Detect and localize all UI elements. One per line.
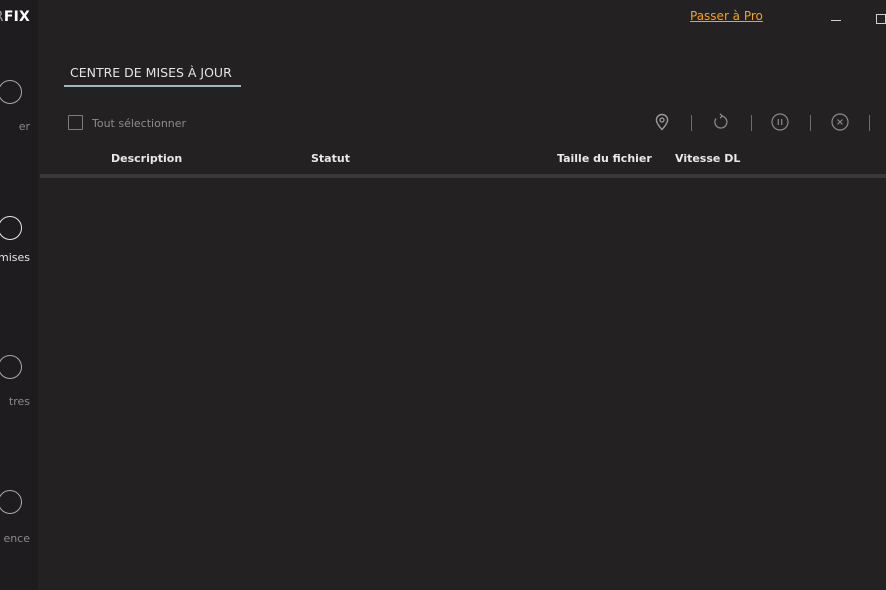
updates-icon [0,216,22,240]
updates-list [40,178,886,590]
license-icon [0,490,22,514]
select-all-checkbox[interactable] [68,115,83,130]
column-description[interactable]: Description [111,152,182,165]
column-status[interactable]: Statut [311,152,350,165]
select-all-label[interactable]: Tout sélectionner [92,117,186,130]
sidebar-item-label: ence [3,532,30,545]
brand-suffix: FIX [3,9,30,25]
pause-icon[interactable] [770,112,790,132]
minimize-button[interactable] [831,20,841,21]
column-file-size[interactable]: Taille du fichier [557,152,652,165]
settings-icon [0,355,22,379]
sidebar-item-label: mises [0,251,30,264]
toolbar-divider [691,115,692,131]
tab-update-center[interactable]: CENTRE DE MISES À JOUR [70,65,232,80]
upgrade-link[interactable]: Passer à Pro [690,9,763,23]
app-logo: RFIX [0,9,30,25]
sidebar-item-label: er [18,120,30,133]
refresh-icon[interactable] [711,112,731,132]
maximize-button[interactable] [876,14,886,24]
sidebar-item-label: tres [8,395,30,408]
cancel-icon[interactable] [830,112,850,132]
scan-icon [0,80,22,104]
location-pin-icon[interactable] [652,112,672,132]
tab-active-indicator [64,85,241,87]
column-dl-speed[interactable]: Vitesse DL [675,152,740,165]
toolbar-divider [810,115,811,131]
sidebar: RFIX er mises tres ence [0,0,38,590]
toolbar-divider [751,115,752,131]
toolbar-divider [869,115,870,131]
